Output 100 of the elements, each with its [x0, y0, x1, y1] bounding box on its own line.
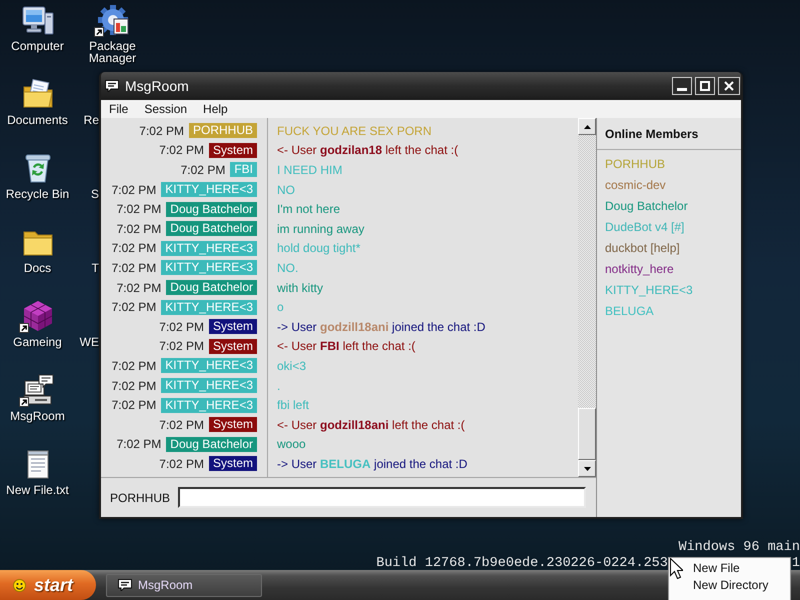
- icon-label[interactable]: New File.txt: [6, 484, 69, 496]
- message-time: 7:02 PM: [112, 358, 156, 373]
- message-text: oki<3: [277, 358, 306, 373]
- member-name: KITTY_HERE<3: [605, 282, 693, 298]
- message-text: im running away: [277, 222, 364, 236]
- document-folder-icon[interactable]: [22, 78, 54, 110]
- members-heading: Online Members: [605, 126, 698, 140]
- message-time: 7:02 PM: [116, 437, 162, 452]
- system-message: -> User BELUGA joined the chat :D: [277, 456, 468, 471]
- icon-label[interactable]: WE: [75, 336, 99, 348]
- message-time: 7:02 PM: [112, 260, 156, 275]
- username-badge: System: [208, 417, 257, 432]
- username-badge: System: [208, 142, 257, 158]
- system-message: <- User FBI left the chat :(: [277, 339, 416, 354]
- message-time: 7:02 PM: [139, 124, 184, 138]
- chat-bubble-icon: [105, 80, 119, 92]
- member-name: BELUGA: [605, 303, 654, 319]
- message-text: o: [277, 300, 284, 314]
- message-text: FUCK YOU ARE SEX PORN: [277, 124, 432, 138]
- scroll-up-button[interactable]: [578, 118, 596, 135]
- username-badge: System: [208, 338, 257, 354]
- username-badge: KITTY_HERE<3: [161, 398, 257, 413]
- build-text: 1: [792, 556, 800, 572]
- message-input[interactable]: [178, 487, 586, 508]
- triangle-down-icon: [584, 466, 590, 470]
- menu-item[interactable]: Help: [195, 100, 236, 118]
- close-icon: [724, 81, 734, 91]
- message-text: hold doug tight*: [277, 241, 360, 256]
- icon-label[interactable]: Documents: [7, 114, 68, 126]
- system-message: <- User godzill18ani left the chat :(: [277, 418, 465, 432]
- member-name: DudeBot v4 [#]: [605, 219, 684, 235]
- icon-label[interactable]: Computer: [11, 40, 64, 52]
- icon-label[interactable]: Re: [75, 114, 99, 126]
- system-message: <- User godzilan18 left the chat :(: [277, 143, 458, 158]
- username-badge: System: [208, 319, 257, 334]
- message-time: 7:02 PM: [112, 241, 156, 256]
- computer-icon[interactable]: [22, 4, 54, 36]
- scrollbar-thumb[interactable]: [578, 408, 596, 460]
- message-time: 7:02 PM: [112, 398, 156, 412]
- window-title: MsgRoom: [125, 78, 189, 94]
- message-time: 7:02 PM: [159, 143, 204, 158]
- message-time: 7:02 PM: [112, 300, 156, 314]
- menu-item[interactable]: New File: [669, 560, 790, 577]
- username-badge: FBI: [230, 162, 257, 178]
- message-time: 7:02 PM: [159, 418, 204, 432]
- username-label: PORHHUB: [110, 490, 170, 504]
- icon-label[interactable]: MsgRoom: [10, 410, 65, 422]
- scroll-down-button[interactable]: [578, 460, 596, 477]
- maximize-icon: [700, 81, 710, 91]
- message-time: 7:02 PM: [159, 456, 204, 471]
- minimize-button[interactable]: [672, 77, 692, 95]
- message-text: I NEED HIM: [277, 162, 342, 177]
- icon-label[interactable]: Docs: [24, 262, 52, 274]
- username-badge: KITTY_HERE<3: [161, 300, 257, 315]
- username-badge: Doug Batchelor: [166, 280, 257, 296]
- close-button[interactable]: [718, 77, 740, 95]
- icon-label[interactable]: T: [75, 262, 99, 274]
- message-time: 7:02 PM: [116, 222, 162, 236]
- username-badge: Doug Batchelor: [166, 221, 257, 236]
- message-time: 7:02 PM: [159, 339, 204, 354]
- message-time: 7:02 PM: [112, 378, 156, 393]
- username-badge: KITTY_HERE<3: [161, 378, 257, 394]
- message-text: .: [277, 378, 280, 393]
- maximize-button[interactable]: [695, 77, 715, 95]
- message-text: with kitty: [277, 280, 324, 295]
- message-text: NO: [277, 182, 295, 197]
- message-text: wooo: [277, 437, 306, 452]
- menu-item[interactable]: File: [101, 100, 136, 118]
- message-time: 7:02 PM: [159, 320, 204, 334]
- username-badge: Doug Batchelor: [166, 202, 257, 217]
- icon-label[interactable]: Gameing: [13, 336, 62, 348]
- triangle-up-icon: [584, 124, 590, 128]
- minimize-icon: [677, 88, 687, 91]
- message-time: 7:02 PM: [116, 280, 162, 295]
- member-name: duckbot [help]: [605, 240, 680, 256]
- icon-label[interactable]: S: [75, 188, 99, 200]
- username-badge: System: [208, 456, 257, 472]
- computer-chat-icon[interactable]: [22, 374, 54, 406]
- icon-label[interactable]: Recycle Bin: [6, 188, 70, 200]
- menu-item[interactable]: New Directory: [669, 577, 790, 594]
- taskbar-button[interactable]: MsgRoom: [106, 574, 262, 596]
- username-badge: KITTY_HERE<3: [161, 358, 257, 374]
- username-badge: KITTY_HERE<3: [161, 182, 257, 198]
- build-text: Build 12768.7b9e0ede.230226-0224.253: [376, 556, 668, 572]
- username-badge: KITTY_HERE<3: [161, 260, 257, 276]
- message-text: I'm not here: [277, 202, 340, 216]
- member-name: notkitty_here: [605, 261, 674, 277]
- member-name: Doug Batchelor: [605, 198, 688, 214]
- username-badge: Doug Batchelor: [166, 436, 257, 452]
- menu-item[interactable]: Session: [136, 100, 196, 118]
- message-time: 7:02 PM: [112, 182, 156, 197]
- username-badge: PORHHUB: [188, 123, 257, 138]
- chat-bubble-icon: [118, 579, 132, 591]
- icon-label[interactable]: Package Manager: [76, 40, 148, 64]
- member-name: PORHHUB: [605, 156, 666, 172]
- cube-icon[interactable]: [22, 300, 54, 332]
- smiley-icon: [13, 578, 26, 592]
- start-button[interactable]: start: [0, 570, 96, 600]
- gear-icon[interactable]: [96, 4, 128, 36]
- message-time: 7:02 PM: [180, 162, 226, 177]
